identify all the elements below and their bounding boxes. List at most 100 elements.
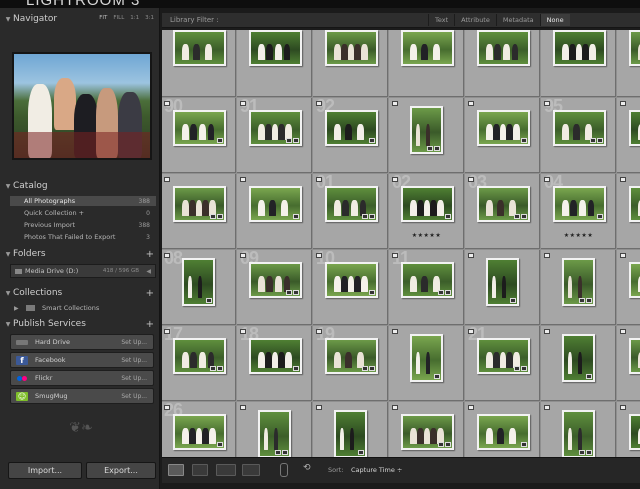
photo-thumbnail[interactable]	[477, 30, 530, 66]
grid-cell[interactable]: 91	[237, 98, 312, 173]
photo-thumbnail[interactable]	[562, 334, 595, 382]
pick-flag-icon[interactable]	[620, 253, 626, 258]
photo-thumbnail[interactable]	[553, 186, 606, 222]
grid-cell[interactable]	[237, 30, 312, 97]
photo-thumbnail[interactable]	[258, 410, 291, 457]
grid-cell[interactable]	[541, 30, 616, 97]
grid-cell[interactable]: 90	[162, 98, 236, 173]
pick-flag-icon[interactable]	[544, 253, 550, 258]
pick-flag-icon[interactable]	[468, 405, 474, 410]
pick-flag-icon[interactable]	[468, 177, 474, 182]
photo-thumbnail[interactable]	[401, 30, 454, 66]
filter-attribute[interactable]: Attribute	[454, 14, 496, 26]
navigator-preview[interactable]	[12, 52, 152, 160]
sort-direction-icon[interactable]: ⟲	[303, 463, 311, 473]
photo-thumbnail[interactable]	[401, 262, 454, 298]
zoom-mode-fill[interactable]: FILL	[113, 15, 124, 21]
photo-thumbnail[interactable]	[562, 258, 595, 306]
photo-thumbnail[interactable]	[410, 334, 443, 382]
photo-thumbnail[interactable]	[553, 30, 606, 66]
folders-header[interactable]: ▼ Folders +	[0, 247, 160, 261]
add-folder-icon[interactable]: +	[146, 249, 154, 260]
photo-thumbnail[interactable]	[410, 106, 443, 154]
photo-thumbnail[interactable]	[325, 110, 378, 146]
grid-cell[interactable]	[237, 402, 312, 457]
star-rating[interactable]: ★★★★★	[541, 232, 616, 239]
grid-cell[interactable]	[541, 250, 616, 325]
pick-flag-icon[interactable]	[240, 329, 246, 334]
pick-flag-icon[interactable]	[316, 177, 322, 182]
photo-thumbnail[interactable]	[401, 414, 454, 450]
zoom-mode-fit[interactable]: FIT	[99, 15, 107, 21]
grid-cell[interactable]	[389, 98, 464, 173]
collections-header[interactable]: ▼ Collections +	[0, 286, 160, 300]
sort-select[interactable]: Capture Time ÷	[351, 466, 402, 474]
pick-flag-icon[interactable]	[164, 101, 170, 106]
add-collection-icon[interactable]: +	[146, 288, 154, 299]
grid-cell[interactable]: 26	[162, 402, 236, 457]
pick-flag-icon[interactable]	[392, 101, 398, 106]
grid-cell[interactable]	[389, 326, 464, 401]
expand-triangle-icon[interactable]: ▶	[14, 305, 19, 312]
photo-thumbnail[interactable]	[629, 338, 640, 374]
photo-thumbnail[interactable]	[325, 338, 378, 374]
pick-flag-icon[interactable]	[164, 177, 170, 182]
grid-cell[interactable]	[313, 30, 388, 97]
grid-cell[interactable]	[465, 402, 540, 457]
export-button[interactable]: Export...	[86, 462, 156, 479]
photo-thumbnail[interactable]	[173, 30, 226, 66]
pick-flag-icon[interactable]	[240, 253, 246, 258]
photo-thumbnail[interactable]	[629, 30, 640, 66]
photo-thumbnail[interactable]	[325, 186, 378, 222]
pick-flag-icon[interactable]	[240, 405, 246, 410]
filter-none[interactable]: None	[539, 14, 570, 26]
pick-flag-icon[interactable]	[316, 329, 322, 334]
pick-flag-icon[interactable]	[620, 101, 626, 106]
grid-cell[interactable]: 01	[313, 174, 388, 249]
grid-cell[interactable]	[617, 30, 640, 97]
publish-service-flickr[interactable]: Flickr Set Up...	[10, 370, 154, 386]
grid-cell[interactable]	[541, 402, 616, 457]
painter-icon[interactable]	[280, 463, 288, 477]
grid-cell[interactable]	[389, 30, 464, 97]
photo-thumbnail[interactable]	[629, 110, 640, 146]
grid-cell[interactable]: 17	[162, 326, 236, 401]
catalog-item-quick-collection[interactable]: Quick Collection + 0	[10, 208, 156, 218]
pick-flag-icon[interactable]	[164, 405, 170, 410]
pick-flag-icon[interactable]	[468, 101, 474, 106]
grid-cell[interactable]	[617, 402, 640, 457]
publish-service-hard-drive[interactable]: Hard Drive Set Up...	[10, 334, 154, 350]
pick-flag-icon[interactable]	[164, 329, 170, 334]
collapse-triangle-icon[interactable]: ▼	[3, 183, 13, 190]
grid-cell[interactable]: 92	[313, 98, 388, 173]
photo-thumbnail[interactable]	[173, 414, 226, 450]
filter-metadata[interactable]: Metadata	[495, 14, 540, 26]
pick-flag-icon[interactable]	[620, 329, 626, 334]
photo-thumbnail[interactable]	[477, 414, 530, 450]
grid-cell[interactable]	[617, 250, 640, 325]
photo-thumbnail[interactable]	[477, 110, 530, 146]
photo-thumbnail[interactable]	[629, 186, 640, 222]
photo-thumbnail[interactable]	[173, 186, 226, 222]
grid-cell[interactable]	[313, 402, 388, 457]
collapse-triangle-icon[interactable]: ▼	[3, 16, 13, 23]
import-button[interactable]: Import...	[8, 462, 82, 479]
catalog-header[interactable]: ▼ Catalog	[0, 179, 160, 193]
grid-cell[interactable]: 10	[313, 250, 388, 325]
catalog-item-all-photographs[interactable]: All Photographs 388	[10, 196, 156, 206]
grid-cell[interactable]: 18	[237, 326, 312, 401]
catalog-item-failed-export[interactable]: Photos That Failed to Export 3	[10, 232, 156, 242]
filter-text[interactable]: Text	[428, 14, 454, 26]
compare-view-icon[interactable]	[216, 464, 236, 476]
collapse-triangle-icon[interactable]: ▼	[3, 321, 13, 328]
grid-cell[interactable]	[465, 98, 540, 173]
grid-cell[interactable]: 11	[389, 250, 464, 325]
collection-smart-collections[interactable]: ▶ Smart Collections	[10, 303, 156, 313]
grid-cell[interactable]	[617, 326, 640, 401]
grid-cell[interactable]: 03	[465, 174, 540, 249]
pick-flag-icon[interactable]	[316, 405, 322, 410]
add-publish-service-icon[interactable]: +	[146, 319, 154, 330]
photo-thumbnail[interactable]	[325, 30, 378, 66]
photo-thumbnail[interactable]	[249, 186, 302, 222]
navigator-header[interactable]: ▼ Navigator FIT FILL 1:1 3:1	[0, 12, 160, 26]
